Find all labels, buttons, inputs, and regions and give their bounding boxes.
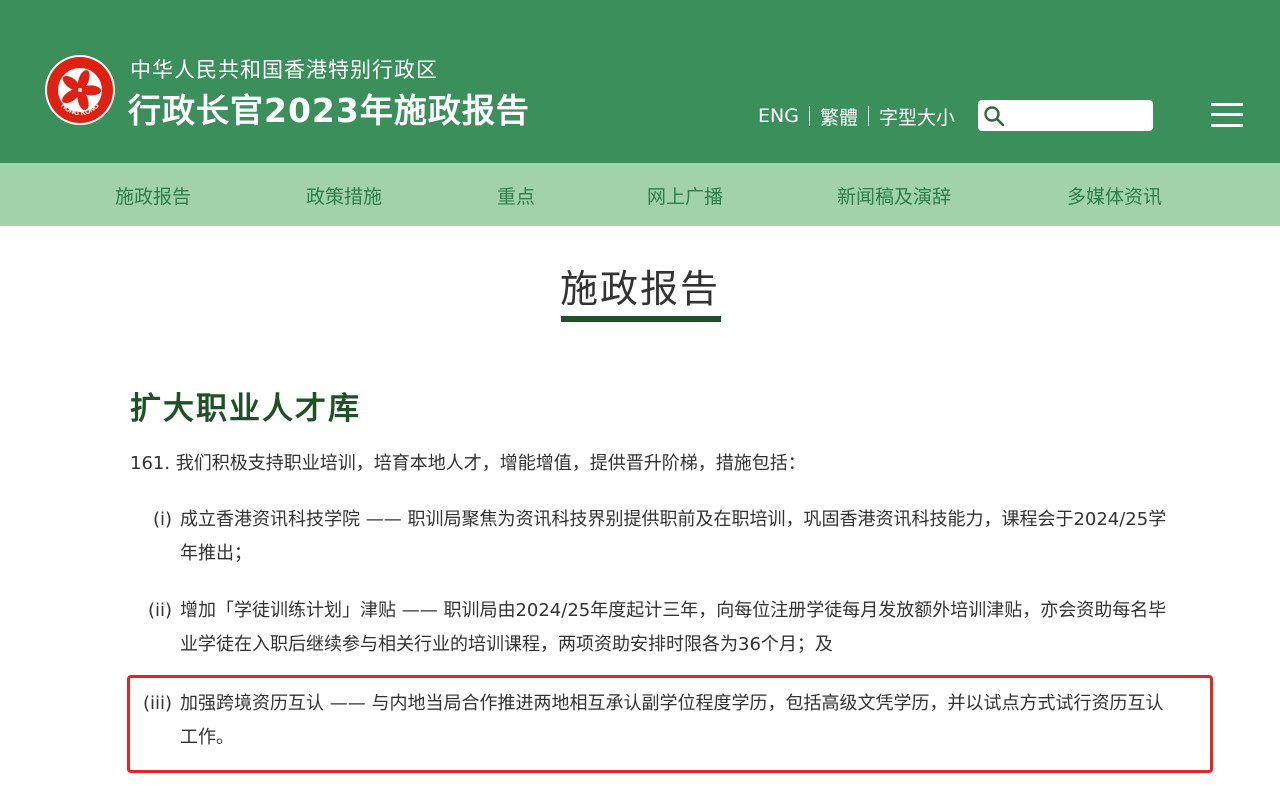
divider bbox=[808, 106, 810, 126]
site-header: HONG KONG 中华人民共和国香港特别行政区 行政长官2023年施政报告 E… bbox=[0, 0, 1280, 163]
search-icon[interactable] bbox=[983, 105, 1005, 127]
list-item-number: (ii) bbox=[147, 600, 172, 621]
search-box bbox=[978, 100, 1153, 131]
font-size-link[interactable]: 字型大小 bbox=[879, 103, 955, 130]
nav-item-press-releases[interactable]: 新闻稿及演辞 bbox=[837, 182, 951, 209]
main-nav: 施政报告 政策措施 重点 网上广播 新闻稿及演辞 多媒体资讯 bbox=[0, 163, 1280, 226]
nav-item-policy-measures[interactable]: 政策措施 bbox=[306, 182, 382, 209]
hksar-emblem-icon[interactable]: HONG KONG bbox=[44, 54, 116, 126]
list-item-text: 增加「学徒训练计划」津贴 —— 职训局由2024/25年度起计三年，向每位注册学… bbox=[180, 600, 1167, 655]
section-title: 扩大职业人才库 bbox=[130, 391, 361, 427]
paragraph-161: 161. 我们积极支持职业培训，培育本地人才，增能增值，提供晋升阶梯，措施包括： bbox=[130, 453, 806, 474]
highlight-box bbox=[127, 675, 1213, 773]
search-input[interactable] bbox=[1010, 103, 1148, 128]
page-title: 施政报告 bbox=[559, 267, 720, 311]
hamburger-menu-icon[interactable] bbox=[1211, 101, 1245, 129]
nav-item-policy-address[interactable]: 施政报告 bbox=[115, 182, 191, 209]
site-subtitle: 中华人民共和国香港特别行政区 bbox=[130, 58, 438, 82]
list-item-number: (i) bbox=[152, 509, 172, 530]
nav-item-highlights[interactable]: 重点 bbox=[497, 182, 535, 209]
nav-item-webcast[interactable]: 网上广播 bbox=[647, 182, 723, 209]
nav-item-multimedia[interactable]: 多媒体资讯 bbox=[1067, 182, 1162, 209]
site-title[interactable]: 行政长官2023年施政报告 bbox=[128, 84, 530, 132]
english-link[interactable]: ENG bbox=[758, 105, 799, 127]
title-underline bbox=[561, 316, 721, 322]
utility-links: ENG 繁體 字型大小 bbox=[758, 103, 955, 130]
divider bbox=[867, 106, 869, 126]
list-item-text: 成立香港资讯科技学院 —— 职训局聚焦为资讯科技界别提供职前及在职培训，巩固香港… bbox=[180, 509, 1167, 564]
traditional-chinese-link[interactable]: 繁體 bbox=[820, 103, 858, 130]
